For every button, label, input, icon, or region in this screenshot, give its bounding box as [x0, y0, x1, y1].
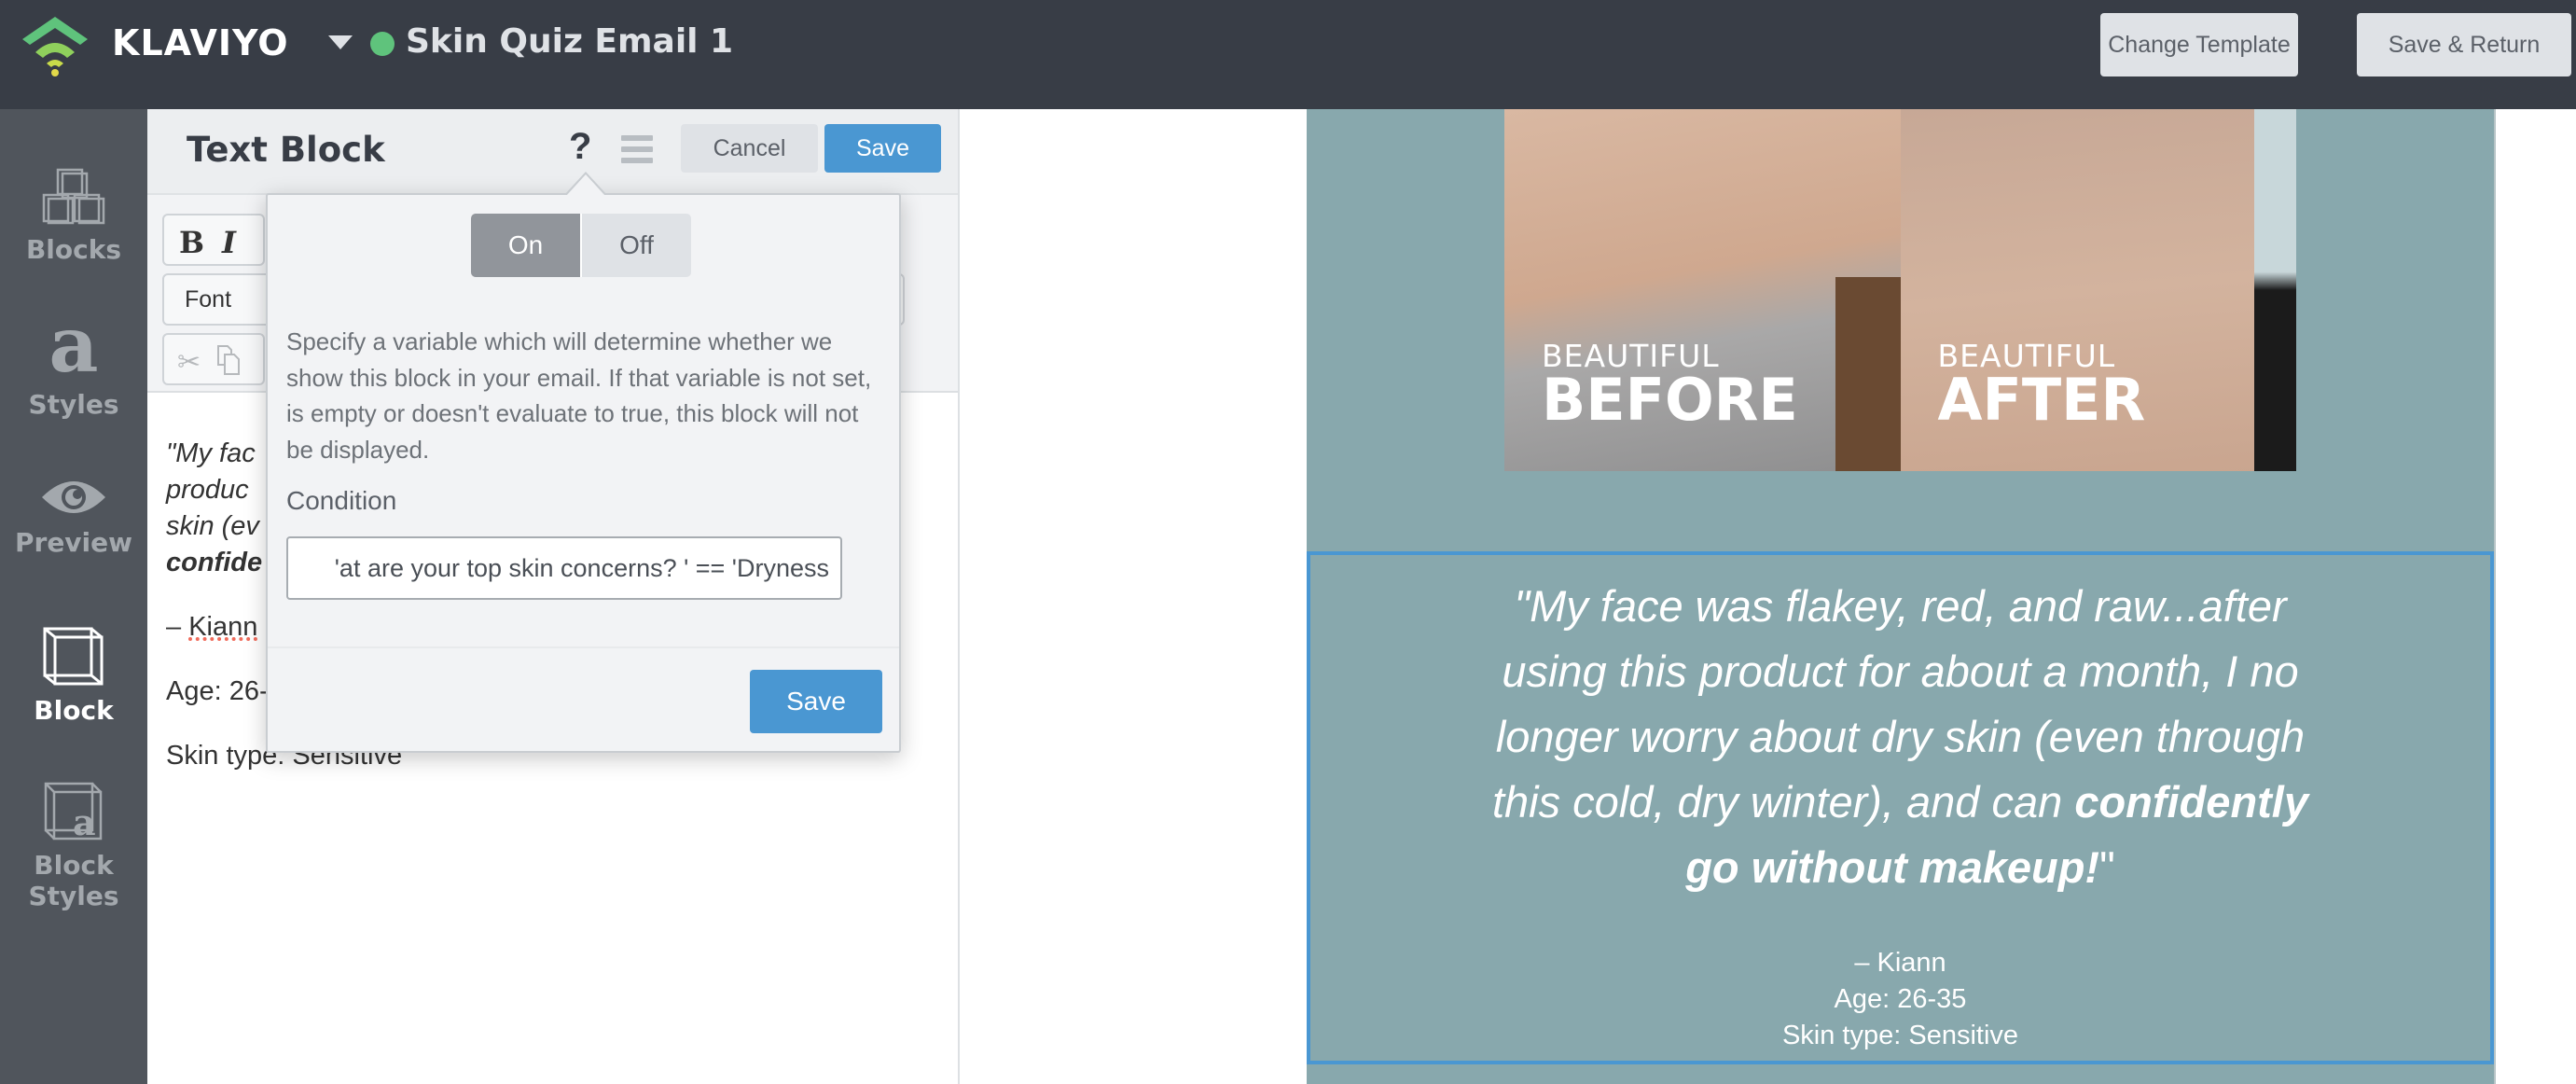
- editor-header: Text Block ? Cancel Save: [147, 109, 958, 195]
- editor-title: Text Block: [187, 130, 385, 170]
- after-photo: BEAUTIFUL AFTER: [1900, 109, 2296, 471]
- editor-cancel-button[interactable]: Cancel: [681, 124, 818, 173]
- condition-input[interactable]: [286, 536, 842, 600]
- brand-name: KLAVIYO: [112, 22, 289, 63]
- popover-arrow: [564, 172, 607, 196]
- cut-icon[interactable]: ✂: [177, 346, 201, 379]
- popover-divider: [268, 646, 899, 648]
- status-dot: [370, 32, 395, 56]
- nav-item-blocks[interactable]: Blocks: [0, 167, 147, 265]
- hamburger-menu-icon[interactable]: [621, 135, 653, 163]
- condition-label: Condition: [286, 486, 397, 515]
- testimonial-skin-type: Skin type: Sensitive: [1781, 1021, 2019, 1050]
- clipboard-button-group: ✂: [162, 333, 265, 385]
- save-and-return-button[interactable]: Save & Return: [2357, 13, 2571, 76]
- copy-icon[interactable]: [216, 344, 241, 376]
- email-edge: [2494, 109, 2496, 1084]
- blocks-icon: [42, 168, 105, 225]
- svg-text:a: a: [73, 801, 96, 842]
- selected-text-block[interactable]: "My face was flakey, red, and raw...afte…: [1307, 551, 2494, 1064]
- font-select-label: Font: [185, 286, 232, 313]
- nav-label-preview: Preview: [14, 527, 133, 558]
- testimonial-quote: "My face was flakey, red, and raw...afte…: [1469, 574, 2332, 900]
- nav-label-styles: Styles: [28, 389, 119, 420]
- before-photo: BEAUTIFUL BEFORE: [1504, 109, 1901, 471]
- nav-item-block-styles[interactable]: a Block Styles: [0, 781, 147, 911]
- nav-label-block-styles-line2: Styles: [28, 881, 119, 911]
- author-dash: –: [166, 612, 189, 642]
- toggle-off-button[interactable]: Off: [582, 214, 691, 277]
- editor-save-button[interactable]: Save: [824, 124, 941, 173]
- help-question-icon[interactable]: ?: [569, 126, 591, 168]
- condition-toggle[interactable]: On Off: [471, 214, 691, 277]
- before-caption-big: BEFORE: [1542, 366, 1798, 434]
- klaviyo-logo-icon: [22, 17, 88, 76]
- block-styles-icon: a: [44, 782, 103, 842]
- format-button-group: B I: [162, 214, 265, 266]
- display-condition-popover: On Off Specify a variable which will det…: [266, 172, 901, 753]
- after-caption-big: AFTER: [1937, 366, 2146, 434]
- testimonial-age: Age: 26-35: [1834, 984, 1967, 1014]
- nav-label-block-styles-line1: Block: [34, 850, 114, 881]
- popover-save-button[interactable]: Save: [750, 670, 882, 733]
- nav-item-preview[interactable]: Preview: [0, 475, 147, 558]
- side-navigation: Blocks a Styles Preview Block a Block St…: [0, 109, 147, 1084]
- condition-description: Specify a variable which will determine …: [286, 327, 872, 464]
- nav-label-blocks: Blocks: [25, 234, 122, 265]
- block-cube-icon: [43, 627, 104, 686]
- before-after-image[interactable]: BEAUTIFUL BEFORE BEAUTIFUL AFTER: [1504, 109, 2296, 471]
- quote-close: ": [2099, 842, 2115, 892]
- styles-icon: a: [48, 300, 99, 390]
- title-dropdown-caret-icon[interactable]: [328, 35, 353, 49]
- change-template-button[interactable]: Change Template: [2100, 13, 2298, 76]
- italic-button[interactable]: I: [222, 225, 236, 260]
- nav-item-block[interactable]: Block: [0, 624, 147, 726]
- toggle-on-button[interactable]: On: [471, 214, 582, 277]
- text-block-editor: Text Block ? Cancel Save B I Font ✂ "My …: [147, 109, 960, 1084]
- quote-line-bold: confide: [166, 548, 263, 577]
- nav-item-styles[interactable]: a Styles: [0, 300, 147, 420]
- bold-button[interactable]: B: [179, 225, 204, 260]
- top-header: KLAVIYO Skin Quiz Email 1 Change Templat…: [0, 0, 2576, 109]
- quote-line: "My fac: [166, 438, 256, 468]
- email-title: Skin Quiz Email 1: [406, 22, 734, 61]
- quote-line: skin (ev: [166, 511, 259, 541]
- eye-icon: [42, 481, 105, 513]
- author-name-misspelled: Kiann: [188, 612, 258, 642]
- nav-label-block: Block: [34, 695, 114, 726]
- testimonial-author: – Kiann: [1854, 948, 1946, 978]
- quote-line: produc: [166, 475, 249, 505]
